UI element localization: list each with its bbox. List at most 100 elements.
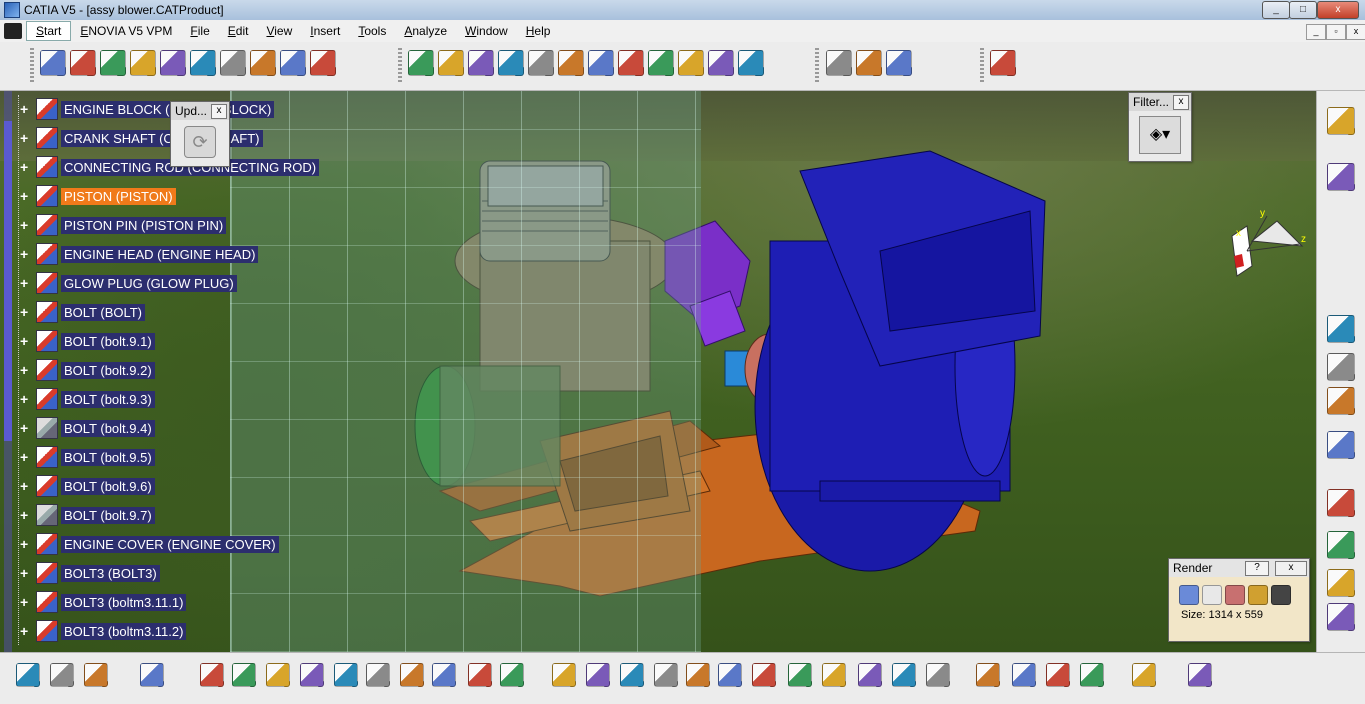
- constraint-icon[interactable]: [408, 50, 434, 76]
- minimize-button[interactable]: _: [1262, 1, 1290, 19]
- tree-node-label[interactable]: BOLT (bolt.9.1): [61, 332, 155, 350]
- tree-node[interactable]: + PISTON (PISTON): [20, 185, 176, 207]
- scene2-icon[interactable]: [1327, 431, 1355, 459]
- hide-show-icon[interactable]: [892, 663, 916, 687]
- expand-plus-icon[interactable]: +: [20, 305, 30, 319]
- tree-node-label[interactable]: BOLT (bolt.9.7): [61, 506, 155, 524]
- build-icon[interactable]: [1327, 315, 1355, 343]
- sensor-icon[interactable]: [1327, 353, 1355, 381]
- expand-plus-icon[interactable]: +: [20, 624, 30, 638]
- material-icon[interactable]: [50, 663, 74, 687]
- undo-icon[interactable]: [432, 663, 456, 687]
- render-light-icon[interactable]: [1248, 585, 1268, 605]
- contact-icon[interactable]: [468, 50, 494, 76]
- tree-node[interactable]: + BOLT (bolt.9.3): [20, 388, 155, 410]
- tree-node[interactable]: + BOLT (bolt.9.7): [20, 504, 155, 526]
- cut-icon[interactable]: [70, 50, 96, 76]
- analyze-icon[interactable]: [310, 50, 336, 76]
- tree-node[interactable]: + PISTON PIN (PISTON PIN): [20, 214, 227, 236]
- multi-view-icon[interactable]: [788, 663, 812, 687]
- tree-node-label[interactable]: BOLT (bolt.9.5): [61, 448, 155, 466]
- expand-plus-icon[interactable]: +: [20, 189, 30, 203]
- tree-node[interactable]: + BOLT3 (boltm3.11.2): [20, 620, 187, 642]
- toolbar-grip[interactable]: [398, 48, 402, 82]
- menu-help[interactable]: Help: [517, 20, 560, 42]
- zoom-out-icon[interactable]: [718, 663, 742, 687]
- close-button[interactable]: x: [1317, 1, 1359, 19]
- explode-icon[interactable]: [100, 50, 126, 76]
- tree-node[interactable]: + BOLT (BOLT): [20, 301, 146, 323]
- render-help-button[interactable]: ?: [1245, 561, 1269, 576]
- tree-node-label[interactable]: BOLT (bolt.9.3): [61, 390, 155, 408]
- new-product-icon[interactable]: [738, 50, 764, 76]
- menu-file[interactable]: File: [181, 20, 218, 42]
- tree-node-label[interactable]: BOLT (bolt.9.2): [61, 361, 155, 379]
- mdi-minimize-button[interactable]: _: [1306, 24, 1326, 40]
- tree-node[interactable]: + ENGINE HEAD (ENGINE HEAD): [20, 243, 259, 265]
- menu-start[interactable]: Start: [26, 21, 72, 41]
- tree-node-label[interactable]: BOLT (BOLT): [61, 303, 146, 321]
- update-panel-close[interactable]: x: [211, 104, 227, 119]
- zoom-in-icon[interactable]: [686, 663, 710, 687]
- compass-snap-icon[interactable]: [140, 663, 164, 687]
- existing-component-icon[interactable]: [856, 50, 882, 76]
- compass-widget[interactable]: x y z: [1222, 206, 1308, 286]
- clash-icon[interactable]: [130, 50, 156, 76]
- quick-constraint-icon[interactable]: [618, 50, 644, 76]
- tree-node-label[interactable]: BOLT (bolt.9.4): [61, 419, 155, 437]
- catia-logo-icon[interactable]: [1188, 663, 1212, 687]
- track2-icon[interactable]: [1327, 603, 1355, 631]
- expand-plus-icon[interactable]: +: [20, 595, 30, 609]
- rotate-icon[interactable]: [654, 663, 678, 687]
- new-component-icon[interactable]: [708, 50, 734, 76]
- scene-icon[interactable]: [1327, 387, 1355, 415]
- menu-insert[interactable]: Insert: [301, 20, 349, 42]
- reuse-pattern-icon[interactable]: [678, 50, 704, 76]
- 3d-viewport[interactable]: + ENGINE BLOCK (ENGINE BLOCK) + CRANK SHAFT…: [0, 91, 1316, 652]
- expand-plus-icon[interactable]: +: [20, 247, 30, 261]
- menu-window[interactable]: Window: [456, 20, 517, 42]
- workbench-icon[interactable]: [1132, 663, 1156, 687]
- sketch-icon[interactable]: [16, 663, 40, 687]
- tree-node-label[interactable]: BOLT3 (boltm3.11.1): [61, 593, 187, 611]
- expand-plus-icon[interactable]: +: [20, 508, 30, 522]
- product-icon[interactable]: [1327, 107, 1355, 135]
- expand-plus-icon[interactable]: +: [20, 479, 30, 493]
- tree-node[interactable]: + BOLT (bolt.9.5): [20, 446, 155, 468]
- fit-all-icon[interactable]: [586, 663, 610, 687]
- refresh-icon[interactable]: [280, 50, 306, 76]
- save-icon[interactable]: [266, 663, 290, 687]
- pan-icon[interactable]: [620, 663, 644, 687]
- apply-material-icon[interactable]: [84, 663, 108, 687]
- mdi-restore-button[interactable]: ▫: [1326, 24, 1346, 40]
- tree-node-label[interactable]: ENGINE BLOCK (ENGINE BLOCK): [61, 100, 275, 118]
- swap-space-icon[interactable]: [926, 663, 950, 687]
- render-panel-close[interactable]: x: [1275, 561, 1307, 576]
- toolbar-grip[interactable]: [30, 48, 34, 82]
- iso-view-icon[interactable]: [822, 663, 846, 687]
- mdi-close-button[interactable]: x: [1346, 24, 1365, 40]
- snap-icon[interactable]: [1046, 663, 1070, 687]
- tree-node[interactable]: + ENGINE BLOCK (ENGINE BLOCK): [20, 98, 275, 120]
- tree-node[interactable]: + BOLT3 (BOLT3): [20, 562, 160, 584]
- menu-enovia[interactable]: ENOVIA V5 VPM: [71, 20, 181, 42]
- render-save-icon[interactable]: [1271, 585, 1291, 605]
- catia-menu-icon[interactable]: [4, 23, 22, 39]
- tree-node-label[interactable]: BOLT (bolt.9.6): [61, 477, 155, 495]
- shading-icon[interactable]: [858, 663, 882, 687]
- redo-icon[interactable]: [468, 663, 492, 687]
- render-shot-icon[interactable]: [1179, 585, 1199, 605]
- expand-plus-icon[interactable]: +: [20, 421, 30, 435]
- coincidence-icon[interactable]: [438, 50, 464, 76]
- tree-node-label[interactable]: PISTON PIN (PISTON PIN): [61, 216, 227, 234]
- expand-plus-icon[interactable]: +: [20, 450, 30, 464]
- whats-this-icon[interactable]: [500, 663, 524, 687]
- angle-icon[interactable]: [528, 50, 554, 76]
- tree-node-label[interactable]: GLOW PLUG (GLOW PLUG): [61, 274, 237, 292]
- menu-tools[interactable]: Tools: [349, 20, 395, 42]
- expand-plus-icon[interactable]: +: [20, 363, 30, 377]
- expand-plus-icon[interactable]: +: [20, 392, 30, 406]
- offset-icon[interactable]: [498, 50, 524, 76]
- copy-icon[interactable]: [366, 663, 390, 687]
- tree-node-label[interactable]: BOLT3 (BOLT3): [61, 564, 160, 582]
